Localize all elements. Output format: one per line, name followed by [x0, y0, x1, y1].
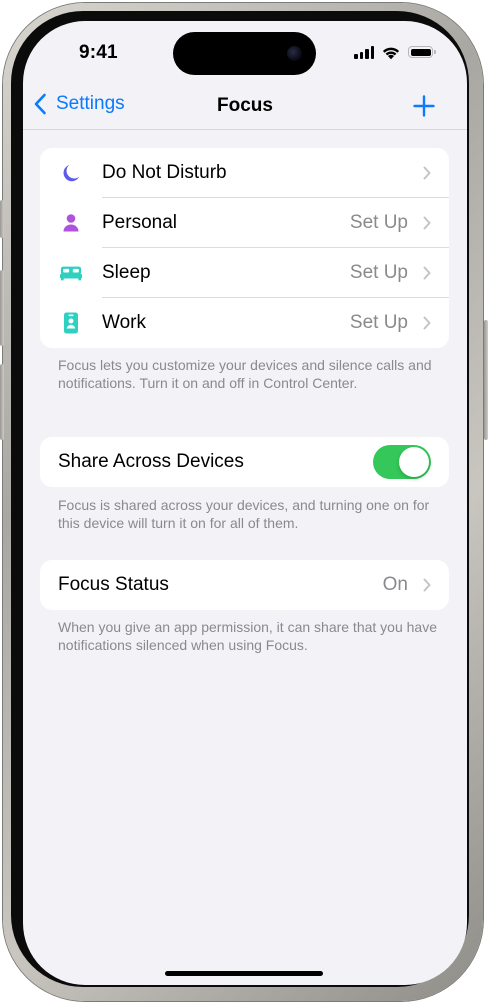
focus-item-label: Do Not Disturb	[102, 162, 227, 183]
screen: 9:41 Settings Focus Do Not Disturb Perso…	[23, 21, 467, 985]
focus-modes-list: Do Not Disturb Personal Set Up Sleep Set…	[40, 148, 449, 348]
cellular-signal-icon	[354, 45, 374, 59]
focus-item-label: Work	[102, 312, 146, 333]
chevron-right-icon	[423, 266, 431, 280]
battery-icon	[408, 46, 436, 58]
back-button[interactable]: Settings	[33, 93, 125, 115]
action-button	[0, 200, 4, 238]
navigation-bar: Settings Focus	[23, 81, 467, 130]
share-across-devices-row: Share Across Devices	[40, 437, 449, 487]
id-badge-icon	[60, 312, 82, 334]
volume-down-button	[0, 364, 4, 440]
chevron-right-icon	[423, 316, 431, 330]
toggle-knob	[399, 447, 429, 477]
chevron-left-icon	[34, 93, 46, 115]
status-time: 9:41	[79, 42, 118, 63]
focus-status-label: Focus Status	[58, 574, 169, 595]
volume-up-button	[0, 270, 4, 346]
focus-item-label: Personal	[102, 212, 177, 233]
person-icon	[60, 212, 82, 234]
focus-item-label: Sleep	[102, 262, 151, 283]
bed-icon	[60, 262, 82, 284]
home-indicator[interactable]	[165, 971, 323, 976]
status-icons	[354, 43, 436, 61]
focus-item-value: Set Up	[349, 212, 408, 233]
battery-fill	[410, 48, 431, 56]
plus-icon[interactable]	[413, 95, 435, 117]
focus-footnote: Focus lets you customize your devices an…	[58, 357, 432, 391]
focus-status-group: Focus Status On	[40, 560, 449, 610]
share-footnote: Focus is shared across your devices, and…	[58, 497, 430, 531]
back-label: Settings	[56, 93, 125, 114]
focus-item-work[interactable]: Work Set Up	[40, 298, 449, 348]
focus-item-value: Set Up	[349, 312, 408, 333]
wifi-icon	[382, 47, 400, 59]
focus-status-value: On	[382, 574, 408, 595]
focus-item-personal[interactable]: Personal Set Up	[40, 198, 449, 248]
chevron-right-icon	[423, 216, 431, 230]
share-across-devices-group: Share Across Devices	[40, 437, 449, 487]
share-across-devices-toggle[interactable]	[373, 445, 431, 479]
chevron-right-icon	[423, 578, 431, 592]
front-camera	[287, 46, 302, 61]
share-across-devices-label: Share Across Devices	[58, 451, 244, 472]
focus-item-do-not-disturb[interactable]: Do Not Disturb	[40, 148, 449, 198]
focus-status-footnote: When you give an app permission, it can …	[58, 619, 437, 653]
focus-item-sleep[interactable]: Sleep Set Up	[40, 248, 449, 298]
power-button	[484, 320, 488, 440]
focus-item-value: Set Up	[349, 262, 408, 283]
chevron-right-icon	[423, 166, 431, 180]
dynamic-island	[173, 32, 316, 75]
moon-icon	[60, 162, 82, 184]
focus-status-row[interactable]: Focus Status On	[40, 560, 449, 610]
